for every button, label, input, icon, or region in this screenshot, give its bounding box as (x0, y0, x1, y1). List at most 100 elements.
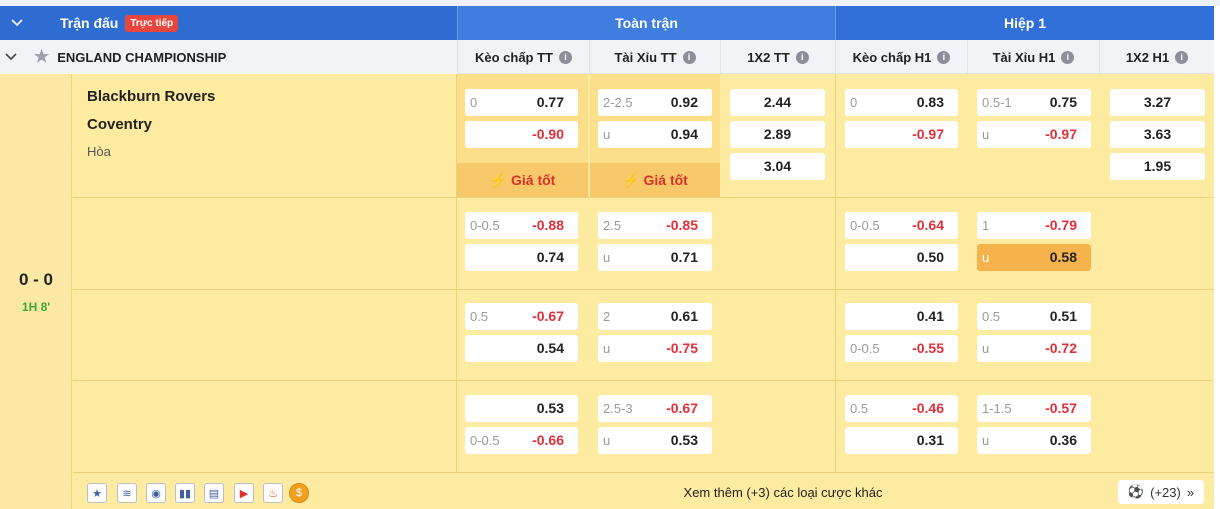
info-icon[interactable]: i (1175, 50, 1189, 64)
odds-box-hdp-h1[interactable]: 0 0.83 (845, 89, 958, 116)
odds-box-hdp-h1[interactable]: 0.5 -0.46 (845, 395, 958, 422)
odds-value: -0.88 (532, 217, 564, 233)
handicap-line: 0 (850, 95, 858, 110)
lineup-icon[interactable]: ▤ (204, 483, 224, 503)
odds-box-ou-ft[interactable]: u 0.53 (598, 427, 712, 454)
home-team[interactable]: Blackburn Rovers (87, 88, 215, 105)
info-icon[interactable]: i (559, 50, 572, 64)
odds-value: 3.27 (1143, 94, 1172, 110)
money-icon[interactable]: $ (289, 483, 309, 503)
more-count-button[interactable]: ⚽ (+23) » (1118, 480, 1204, 504)
team-cell[interactable]: Blackburn Rovers Coventry Hòa (73, 74, 456, 197)
handicap-line: 1 (982, 218, 990, 233)
handicap-line: 0.5 (470, 309, 489, 324)
odds-value: -0.75 (666, 340, 698, 356)
odds-box-ou-ft[interactable]: u -0.75 (598, 335, 712, 362)
odds-box-ou-h1[interactable]: 1 -0.79 (977, 212, 1091, 239)
database-icon[interactable]: ≋ (117, 483, 137, 503)
odds-box-hdp-ft[interactable]: 0.74 (465, 244, 578, 271)
best-price-label: Giá tốt (510, 172, 556, 188)
odds-box-hdp-h1[interactable]: 0-0.5 -0.55 (845, 335, 958, 362)
handicap-line: 0-0.5 (850, 341, 880, 356)
info-icon[interactable]: i (682, 50, 696, 64)
odds-box-hdp-ft[interactable]: 0.5 -0.67 (465, 303, 578, 330)
odds-box-hdp-h1[interactable]: 0.41 (845, 303, 958, 330)
odds-box-hdp-h1[interactable]: 0.31 (845, 427, 958, 454)
odds-box-ou-h1[interactable]: u -0.72 (977, 335, 1091, 362)
handicap-line: u (603, 341, 611, 356)
info-icon[interactable]: i (795, 50, 809, 64)
odds-box-ou-h1[interactable]: 0.5 0.51 (977, 303, 1091, 330)
row-divider (73, 197, 1214, 198)
fire-icon[interactable]: ♨ (263, 483, 283, 503)
odds-value: 0.51 (1049, 308, 1077, 324)
odds-box-ou-ft[interactable]: u 0.71 (598, 244, 712, 271)
handicap-line: 0-0.5 (470, 218, 500, 233)
odds-box-ou-ft[interactable]: 2.5-3 -0.67 (598, 395, 712, 422)
eye-icon[interactable]: ◉ (146, 483, 166, 503)
odds-box-hdp-ft[interactable]: 0-0.5 -0.88 (465, 212, 578, 239)
match-minute: 1H 8' (21, 300, 51, 314)
more-bets-link[interactable]: Xem thêm (+3) các loại cược khác (533, 485, 1033, 500)
handicap-line: u (603, 433, 611, 448)
header-bar: Trận đấu Trực tiếp Toàn trận Hiệp 1 (0, 6, 1214, 40)
odds-box-ou-h1[interactable]: u 0.58 (977, 244, 1091, 271)
handicap-line: u (982, 127, 990, 142)
odds-box-x12-ft[interactable]: 2.89 (730, 121, 825, 148)
odds-box-hdp-h1[interactable]: -0.97 (845, 121, 958, 148)
odds-box-hdp-ft[interactable]: 0 0.77 (465, 89, 578, 116)
odds-value: -0.85 (666, 217, 698, 233)
star-icon[interactable]: ★ (34, 47, 49, 67)
handicap-line: u (982, 433, 990, 448)
play-icon[interactable]: ▶ (234, 483, 254, 503)
handicap-line: u (982, 341, 990, 356)
star-icon[interactable]: ★ (87, 483, 107, 503)
odds-box-ou-ft[interactable]: u 0.94 (598, 121, 712, 148)
odds-box-x12-ft[interactable]: 3.04 (730, 153, 825, 180)
odds-value: 3.04 (763, 158, 792, 174)
odds-box-ou-h1[interactable]: u 0.36 (977, 427, 1091, 454)
odds-box-x12-h1[interactable]: 3.63 (1110, 121, 1205, 148)
best-price-hdp[interactable]: ⚡ Giá tốt (457, 163, 588, 197)
odds-value: -0.46 (912, 400, 944, 416)
soccer-ball-icon: ⚽ (1127, 484, 1145, 499)
info-icon[interactable]: i (1061, 50, 1075, 64)
col-hdp-h1-label: Kèo chấp H1 (852, 49, 932, 65)
live-badge[interactable]: Trực tiếp (125, 14, 179, 32)
odds-box-ou-ft[interactable]: 2 0.61 (598, 303, 712, 330)
odds-value: 0.41 (916, 308, 944, 324)
best-price-ou[interactable]: ⚡ Giá tốt (590, 163, 720, 197)
stats-icon[interactable]: ▮▮ (175, 483, 195, 503)
chevron-down-icon[interactable] (4, 50, 18, 64)
odds-value: -0.97 (1045, 126, 1077, 142)
collapse-all-chevron-icon[interactable] (10, 16, 24, 30)
odds-box-hdp-h1[interactable]: 0-0.5 -0.64 (845, 212, 958, 239)
col-1x2-h1-label: 1X2 H1 (1125, 49, 1170, 65)
odds-value: -0.57 (1045, 400, 1077, 416)
odds-value: -0.64 (912, 217, 944, 233)
header-first-half: Hiệp 1 (835, 6, 1214, 40)
odds-box-x12-ft[interactable]: 2.44 (730, 89, 825, 116)
odds-box-hdp-ft[interactable]: 0.54 (465, 335, 578, 362)
odds-box-hdp-ft[interactable]: 0.53 (465, 395, 578, 422)
odds-box-hdp-ft[interactable]: 0-0.5 -0.66 (465, 427, 578, 454)
odds-box-ou-h1[interactable]: 1-1.5 -0.57 (977, 395, 1091, 422)
odds-box-x12-h1[interactable]: 1.95 (1110, 153, 1205, 180)
odds-box-hdp-ft[interactable]: -0.90 (465, 121, 578, 148)
odds-value: 0.94 (670, 126, 698, 142)
league-header[interactable]: ★ ENGLAND CHAMPIONSHIP (0, 40, 457, 74)
odds-value: -0.97 (912, 126, 944, 142)
odds-value: -0.72 (1045, 340, 1077, 356)
match-body: 0 - 0 1H 8' Blackburn Rovers Coventry Hò… (0, 74, 1214, 509)
odds-box-ou-ft[interactable]: 2.5 -0.85 (598, 212, 712, 239)
odds-box-ou-h1[interactable]: u -0.97 (977, 121, 1091, 148)
handicap-line: 2 (603, 309, 611, 324)
col-1x2-h1: 1X2 H1 i (1099, 40, 1214, 74)
odds-box-x12-h1[interactable]: 3.27 (1110, 89, 1205, 116)
info-icon[interactable]: i (937, 50, 951, 64)
odds-box-ou-h1[interactable]: 0.5-1 0.75 (977, 89, 1091, 116)
odds-box-hdp-h1[interactable]: 0.50 (845, 244, 958, 271)
odds-box-ou-ft[interactable]: 2-2.5 0.92 (598, 89, 712, 116)
odds-value: -0.79 (1045, 217, 1077, 233)
away-team[interactable]: Coventry (87, 116, 152, 133)
